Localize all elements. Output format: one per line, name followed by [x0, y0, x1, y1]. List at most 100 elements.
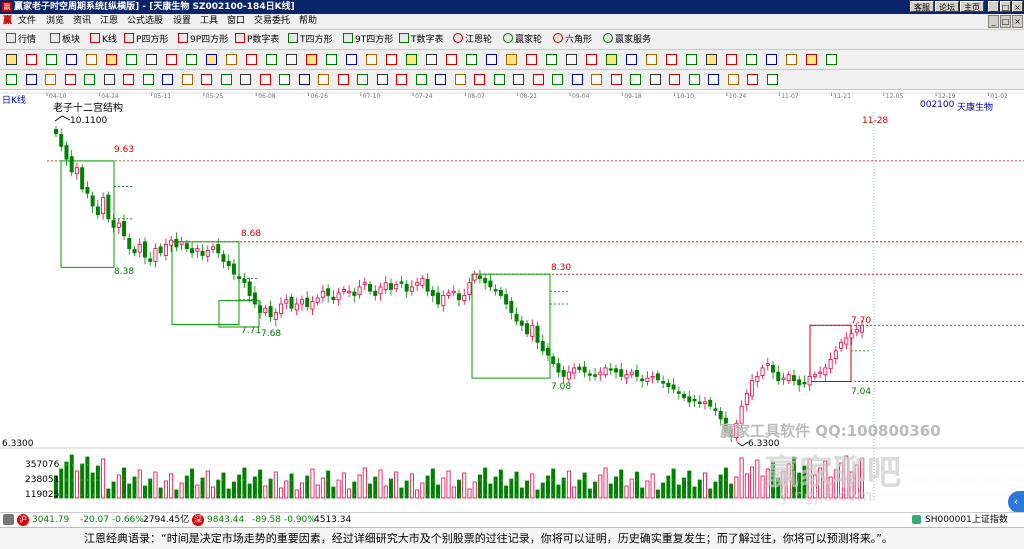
- drawing-tool-icon[interactable]: [206, 54, 217, 65]
- tool-t-table[interactable]: T数字表: [399, 33, 444, 46]
- side-expand-button[interactable]: ‹: [1008, 491, 1024, 513]
- indicator-tool-icon[interactable]: [513, 74, 524, 85]
- drawing-tool-icon[interactable]: [406, 54, 417, 65]
- indicator-tool-icon[interactable]: [435, 74, 446, 85]
- drawing-tool-icon[interactable]: [626, 54, 637, 65]
- indicator-tool-icon[interactable]: [6, 74, 17, 85]
- tool-gann-wheel[interactable]: 江恩轮: [453, 33, 492, 46]
- indicator-tool-icon[interactable]: [708, 74, 719, 85]
- indicator-tool-icon[interactable]: [318, 74, 329, 85]
- indicator-tool-icon[interactable]: [669, 74, 680, 85]
- drawing-tool-icon[interactable]: [686, 54, 697, 65]
- indicator-tool-icon[interactable]: [279, 74, 290, 85]
- indicator-tool-icon[interactable]: [610, 74, 622, 85]
- drawing-tool-icon[interactable]: [826, 54, 837, 65]
- mdi-restore-button[interactable]: □: [1000, 15, 1011, 28]
- indicator-tool-icon[interactable]: [240, 74, 251, 85]
- indicator-tool-icon[interactable]: [142, 74, 154, 85]
- drawing-tool-icon[interactable]: [726, 54, 737, 65]
- indicator-tool-icon[interactable]: [474, 74, 485, 85]
- indicator-tool-icon[interactable]: [688, 74, 700, 85]
- drawing-tool-icon[interactable]: [746, 54, 757, 65]
- indicator-tool-icon[interactable]: [25, 74, 37, 85]
- menu-window[interactable]: 窗口: [227, 14, 245, 29]
- homepage-button[interactable]: 主页: [960, 1, 984, 12]
- indicator-tool-icon[interactable]: [630, 74, 641, 85]
- indicator-tool-icon[interactable]: [337, 74, 349, 85]
- tool-9t-square[interactable]: 9T四方形: [343, 33, 393, 46]
- drawing-tool-icon[interactable]: [606, 54, 617, 65]
- menu-tools[interactable]: 工具: [200, 14, 218, 29]
- index-selector[interactable]: SH000001上证指数: [925, 513, 1008, 527]
- sz-index-icon[interactable]: 深: [192, 514, 204, 526]
- drawing-tool-icon[interactable]: [226, 54, 237, 65]
- indicator-tool-icon[interactable]: [552, 74, 563, 85]
- menu-formula[interactable]: 公式选股: [127, 14, 163, 29]
- indicator-tool-icon[interactable]: [649, 74, 661, 85]
- indicator-tool-icon[interactable]: [64, 74, 76, 85]
- drawing-tool-icon[interactable]: [6, 54, 17, 65]
- indicator-tool-icon[interactable]: [259, 74, 271, 85]
- close-button[interactable]: ×: [1012, 1, 1023, 12]
- kline-chart[interactable]: 04-10 04-24 05-11 05-25 06-08 06-26 07-10 07-24…: [0, 90, 1024, 513]
- maximize-button[interactable]: □: [1000, 1, 1011, 12]
- indicator-tool-icon[interactable]: [162, 74, 173, 85]
- indicator-tool-icon[interactable]: [415, 74, 427, 85]
- mdi-close-button[interactable]: ×: [1012, 15, 1023, 28]
- drawing-tool-icon[interactable]: [366, 54, 377, 65]
- drawing-tool-icon[interactable]: [666, 54, 677, 65]
- drawing-tool-icon[interactable]: [706, 54, 717, 65]
- tool-kline[interactable]: K线: [90, 33, 117, 46]
- drawing-tool-icon[interactable]: [166, 54, 177, 65]
- drawing-tool-icon[interactable]: [506, 54, 517, 65]
- drawing-tool-icon[interactable]: [486, 54, 497, 65]
- drawing-tool-icon[interactable]: [46, 54, 57, 65]
- menu-help[interactable]: 帮助: [299, 14, 317, 29]
- indicator-tool-icon[interactable]: [493, 74, 505, 85]
- indicator-tool-icon[interactable]: [201, 74, 212, 85]
- drawing-tool-icon[interactable]: [526, 54, 537, 65]
- drawing-tool-icon[interactable]: [806, 54, 817, 65]
- tool-sector[interactable]: 板块: [50, 33, 80, 46]
- menu-trade[interactable]: 交易委托: [254, 14, 290, 29]
- drawing-tool-icon[interactable]: [386, 54, 397, 65]
- indicator-tool-icon[interactable]: [298, 74, 310, 85]
- indicator-tool-icon[interactable]: [357, 74, 368, 85]
- service-button[interactable]: 客服: [910, 1, 934, 12]
- indicator-tool-icon[interactable]: [103, 74, 115, 85]
- tool-hexagon[interactable]: 六角形: [553, 33, 592, 46]
- indicator-tool-icon[interactable]: [123, 74, 134, 85]
- indicator-tool-icon[interactable]: [766, 74, 778, 85]
- drawing-tool-icon[interactable]: [566, 54, 577, 65]
- indicator-tool-icon[interactable]: [571, 74, 583, 85]
- indicator-tool-icon[interactable]: [591, 74, 602, 85]
- indicator-tool-icon[interactable]: [181, 74, 193, 85]
- drawing-tool-icon[interactable]: [346, 54, 357, 65]
- tool-9p-square[interactable]: 9P四方形: [178, 33, 228, 46]
- drawing-tool-icon[interactable]: [246, 54, 257, 65]
- drawing-tool-icon[interactable]: [786, 54, 797, 65]
- drawing-tool-icon[interactable]: [446, 54, 457, 65]
- drawing-tool-icon[interactable]: [306, 54, 317, 65]
- drawing-tool-icon[interactable]: [106, 54, 117, 65]
- mdi-minimize-button[interactable]: _: [988, 15, 999, 28]
- drawing-tool-icon[interactable]: [186, 54, 197, 65]
- drawing-tool-icon[interactable]: [66, 54, 77, 65]
- minimize-button[interactable]: _: [988, 1, 999, 12]
- indicator-tool-icon[interactable]: [376, 74, 388, 85]
- drawing-tool-icon[interactable]: [266, 54, 277, 65]
- sh-index-icon[interactable]: 沪: [17, 514, 29, 526]
- drawing-tool-icon[interactable]: [126, 54, 137, 65]
- tool-t-square[interactable]: T四方形: [288, 33, 333, 46]
- menu-browse[interactable]: 浏览: [46, 14, 64, 29]
- indicator-tool-icon[interactable]: [727, 74, 739, 85]
- menu-gann[interactable]: 江恩: [100, 14, 118, 29]
- indicator-tool-icon[interactable]: [84, 74, 95, 85]
- tool-winner-service[interactable]: 赢家服务: [603, 33, 651, 46]
- drawing-tool-icon[interactable]: [86, 54, 97, 65]
- menu-file[interactable]: 文件: [18, 14, 36, 29]
- drawing-tool-icon[interactable]: [586, 54, 597, 65]
- indicator-tool-icon[interactable]: [532, 74, 544, 85]
- tool-quotes[interactable]: 行情: [6, 33, 36, 46]
- drawing-tool-icon[interactable]: [646, 54, 657, 65]
